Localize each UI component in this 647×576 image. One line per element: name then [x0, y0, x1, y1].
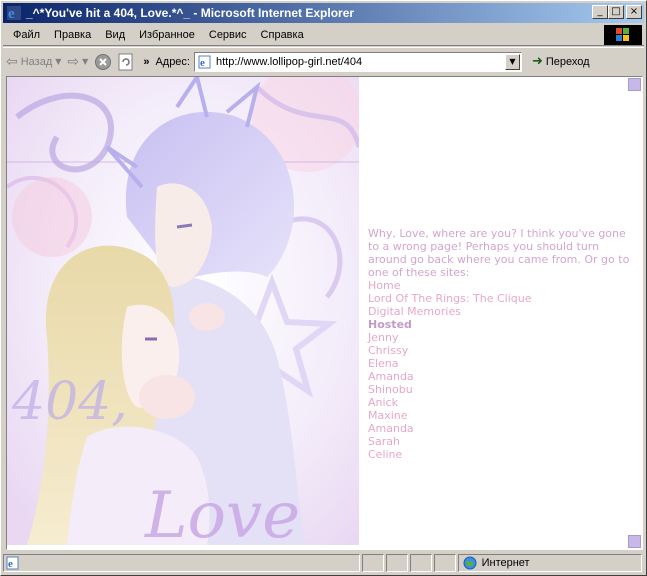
hosted-heading: Hosted: [368, 318, 412, 331]
page-viewport: 404, Love Why, Love, where are you? I th…: [6, 76, 643, 550]
status-bar: e Интернет: [3, 552, 644, 574]
forward-button[interactable]: ⇨ ▼: [64, 51, 91, 73]
hosted-link[interactable]: Chrissy: [368, 344, 630, 357]
art-404-text: 404,: [11, 372, 128, 432]
status-text-panel: e: [3, 554, 360, 572]
hosted-link[interactable]: Amanda: [368, 422, 630, 435]
title-bar: e _^*You've hit a 404, Love.*^_ - Micros…: [3, 3, 644, 23]
svg-text:e: e: [8, 558, 13, 570]
back-label: Назад: [20, 55, 53, 68]
refresh-icon: [118, 53, 133, 70]
menu-favorites[interactable]: Избранное: [132, 29, 202, 41]
address-dropdown-button[interactable]: ▼: [504, 53, 520, 70]
hosted-link[interactable]: Maxine: [368, 409, 630, 422]
status-panel: [433, 554, 456, 572]
error-message-panel: Why, Love, where are you? I think you've…: [368, 227, 630, 461]
link-lotr-clique[interactable]: Lord Of The Rings: The Clique: [368, 292, 630, 305]
page-status-icon: e: [6, 556, 19, 570]
link-home[interactable]: Home: [368, 279, 630, 292]
go-arrow-icon: ➜: [531, 54, 543, 69]
menu-help[interactable]: Справка: [254, 29, 311, 41]
art-love-text: Love: [144, 479, 300, 545]
back-arrow-icon: ⇦: [6, 53, 18, 70]
refresh-button[interactable]: [115, 51, 137, 73]
menu-edit[interactable]: Правка: [47, 29, 98, 41]
status-panel: [385, 554, 408, 572]
anime-couple-artwork: 404, Love: [7, 77, 359, 545]
hosted-link[interactable]: Celine: [368, 448, 630, 461]
menu-view[interactable]: Вид: [98, 29, 132, 41]
address-input[interactable]: http://www.lollipop-girl.net/404: [216, 56, 362, 68]
go-label: Переход: [545, 55, 590, 68]
svg-text:e: e: [8, 6, 15, 21]
scroll-down-button[interactable]: [628, 535, 641, 548]
address-field[interactable]: e http://www.lollipop-girl.net/404 ▼: [193, 51, 522, 72]
hosted-link[interactable]: Anick: [368, 396, 630, 409]
minimize-button[interactable]: _: [592, 5, 608, 19]
globe-icon: [463, 556, 477, 570]
toolbar: ⇦ Назад ▼ ⇨ ▼ » Адрес: e http://www.loll…: [3, 47, 644, 75]
browser-window: e _^*You've hit a 404, Love.*^_ - Micros…: [0, 0, 647, 576]
svg-text:e: e: [200, 57, 205, 69]
hosted-link[interactable]: Amanda: [368, 370, 630, 383]
close-button[interactable]: ×: [626, 5, 642, 19]
address-label: Адрес:: [155, 55, 190, 68]
scroll-up-button[interactable]: [628, 78, 641, 91]
page-icon: e: [198, 55, 211, 69]
more-tools-button[interactable]: »: [143, 56, 149, 68]
menu-file[interactable]: Файл: [3, 29, 47, 41]
go-button[interactable]: ➜ Переход: [532, 54, 590, 69]
zone-label: Интернет: [481, 557, 530, 569]
menu-tools[interactable]: Сервис: [202, 29, 254, 41]
chevron-down-icon: ▼: [55, 57, 62, 66]
error-intro-text: Why, Love, where are you? I think you've…: [368, 227, 630, 279]
ie-logo-icon: e: [6, 5, 22, 22]
security-zone-panel: Интернет: [457, 554, 643, 572]
chevron-down-icon: ▼: [82, 57, 89, 66]
stop-button[interactable]: [91, 51, 115, 73]
link-digital-memories[interactable]: Digital Memories: [368, 305, 630, 318]
back-button[interactable]: ⇦ Назад ▼: [3, 51, 64, 73]
hosted-link[interactable]: Elena: [368, 357, 630, 370]
hosted-link[interactable]: Sarah: [368, 435, 630, 448]
stop-icon: [95, 53, 112, 70]
status-panel: [361, 554, 384, 572]
maximize-button[interactable]: □: [608, 5, 624, 19]
hosted-link[interactable]: Jenny: [368, 331, 630, 344]
hosted-link[interactable]: Shinobu: [368, 383, 630, 396]
window-title: _^*You've hit a 404, Love.*^_ - Microsof…: [26, 6, 355, 20]
forward-arrow-icon: ⇨: [67, 53, 80, 70]
menu-bar: Файл Правка Вид Избранное Сервис Справка: [3, 24, 644, 46]
windows-logo-icon: [604, 25, 642, 45]
status-panel: [409, 554, 432, 572]
